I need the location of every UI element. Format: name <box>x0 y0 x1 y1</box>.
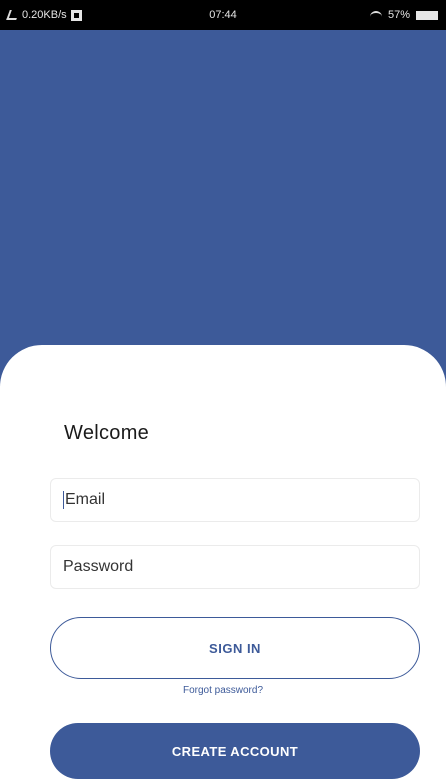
battery-percent: 57% <box>387 9 410 21</box>
network-speed: 0.20KB/s <box>22 9 67 21</box>
forgot-password-link[interactable]: Forgot password? <box>0 685 446 696</box>
sign-in-button[interactable]: SIGN IN <box>50 617 420 679</box>
status-right: 57% <box>369 9 438 21</box>
status-bar: 0.20KB/s 07:44 57% <box>0 0 446 30</box>
text-caret <box>63 491 64 509</box>
welcome-title: Welcome <box>64 422 150 444</box>
wifi-icon <box>369 11 382 19</box>
email-field[interactable]: Email <box>50 478 420 522</box>
login-card: Welcome Email Password SIGN IN Forgot pa… <box>0 345 446 780</box>
status-left: 0.20KB/s <box>6 9 82 21</box>
create-account-button[interactable]: CREATE ACCOUNT <box>50 723 420 779</box>
email-placeholder: Email <box>65 491 106 508</box>
signal-icon <box>6 10 20 20</box>
password-placeholder: Password <box>63 558 134 575</box>
notification-icon <box>70 9 82 21</box>
password-field[interactable]: Password <box>50 545 420 589</box>
status-time: 07:44 <box>209 9 237 21</box>
battery-icon <box>416 10 438 20</box>
